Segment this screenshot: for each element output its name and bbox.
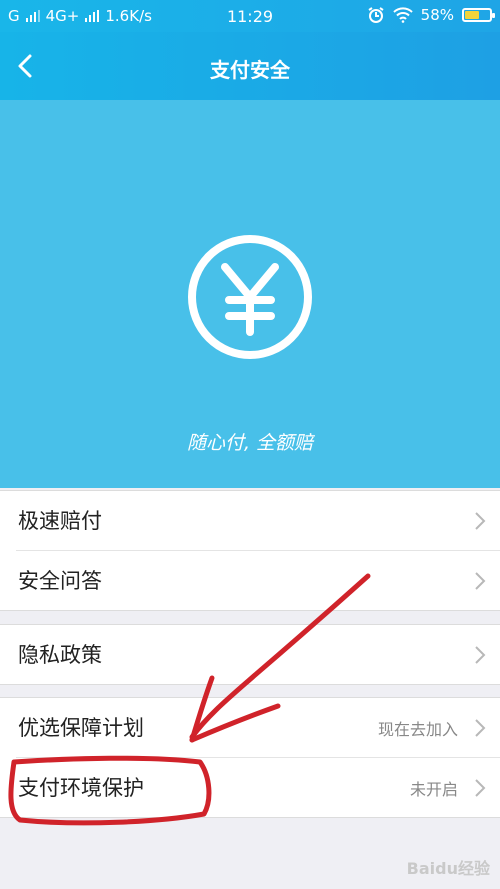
menu-item-label: 极速赔付 bbox=[18, 509, 102, 533]
battery-icon bbox=[462, 8, 495, 22]
menu-item-value: 未开启 bbox=[409, 780, 458, 799]
menu-item-environment-protection[interactable]: 支付环境保护 未开启 bbox=[16, 757, 500, 817]
status-right: 58% bbox=[367, 6, 495, 24]
menu-group-1: 极速赔付 安全问答 bbox=[0, 490, 500, 611]
menu-item-value: 现在去加入 bbox=[377, 720, 458, 739]
status-bar: G 4G+ 1.6K/s 11:29 58% bbox=[0, 0, 500, 32]
yen-circle-icon bbox=[188, 235, 312, 359]
menu-group-3: 优选保障计划 现在去加入 支付环境保护 未开启 bbox=[0, 697, 500, 818]
menu-item-label: 隐私政策 bbox=[18, 643, 102, 667]
chevron-right-icon bbox=[475, 779, 486, 797]
menu-item-security-qa[interactable]: 安全问答 bbox=[16, 550, 500, 610]
battery-percent: 58% bbox=[420, 6, 454, 24]
menu-item-label: 安全问答 bbox=[18, 569, 102, 593]
chevron-right-icon bbox=[475, 572, 486, 590]
menu-item-privacy-policy[interactable]: 隐私政策 bbox=[0, 625, 500, 684]
battery-fill bbox=[465, 11, 479, 19]
menu-item-fast-payout[interactable]: 极速赔付 bbox=[0, 491, 500, 550]
watermark: Baidu经验 bbox=[406, 859, 490, 878]
wifi-icon bbox=[392, 7, 413, 23]
hero-banner: 随心付, 全额赔 bbox=[0, 100, 500, 488]
chevron-right-icon bbox=[475, 512, 486, 530]
menu-group-2: 隐私政策 bbox=[0, 624, 500, 685]
menu-item-protection-plan[interactable]: 优选保障计划 现在去加入 bbox=[0, 698, 500, 757]
page-title: 支付安全 bbox=[210, 58, 290, 82]
nav-bar: 支付安全 bbox=[0, 32, 500, 100]
alarm-icon bbox=[368, 7, 384, 23]
menu-item-label: 支付环境保护 bbox=[18, 776, 144, 800]
chevron-right-icon bbox=[475, 646, 486, 664]
chevron-right-icon bbox=[475, 719, 486, 737]
menu-item-label: 优选保障计划 bbox=[18, 716, 144, 740]
hero-slogan: 随心付, 全额赔 bbox=[186, 432, 314, 454]
